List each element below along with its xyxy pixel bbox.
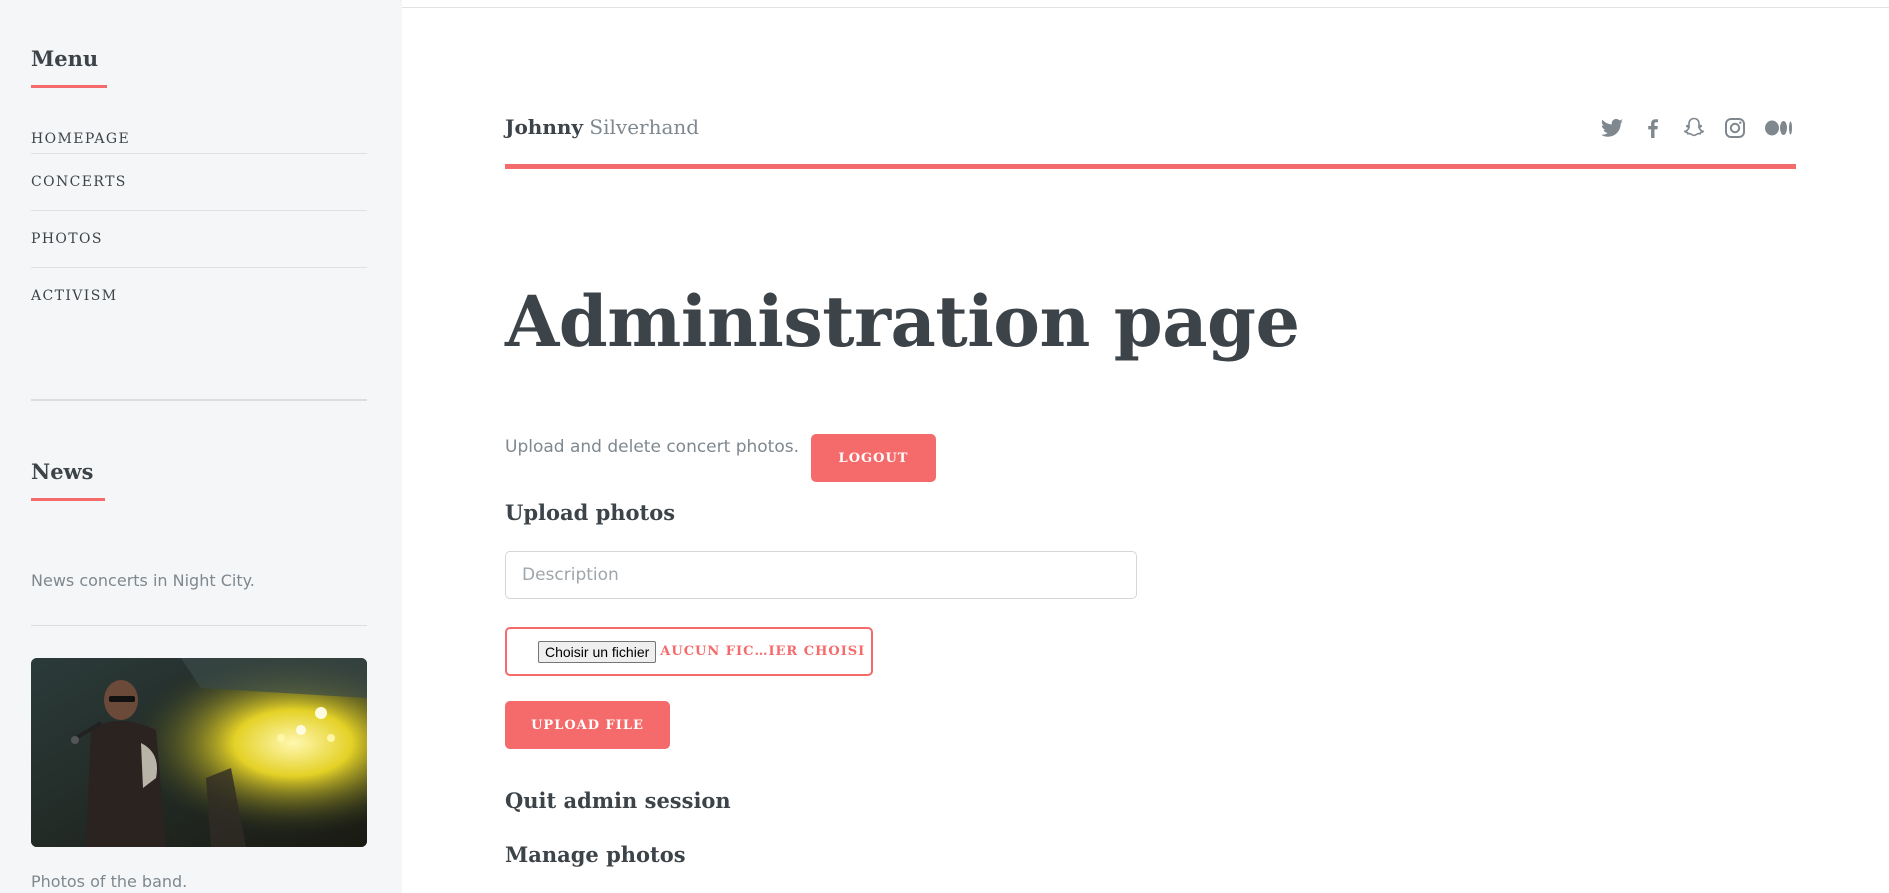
snapchat-icon[interactable] [1682,116,1706,140]
quit-admin-heading: Quit admin session [505,788,731,813]
news-text: News concerts in Night City. [31,571,255,590]
choose-file-button[interactable]: Choisir un fichier [538,640,657,663]
description-input[interactable] [505,551,1137,599]
menu-heading-underline [31,85,107,88]
menu-heading: Menu [31,46,99,71]
facebook-icon[interactable] [1641,116,1665,140]
instagram-icon[interactable] [1723,116,1747,140]
intro-text: Upload and delete concert photos. [505,437,799,457]
sidebar-divider [31,399,367,401]
header-accent-bar [505,164,1796,169]
news-divider [31,625,367,626]
logout-button[interactable]: LOGOUT [811,434,936,482]
concert-photo-image [31,658,367,847]
news-heading-underline [31,498,105,501]
band-photo[interactable] [31,658,367,847]
medium-icon[interactable] [1764,116,1794,140]
sidebar-menu: HOMEPAGE CONCERTS PHOTOS ACTIVISM [31,125,367,324]
upload-file-button[interactable]: UPLOAD FILE [505,701,670,749]
twitter-icon[interactable] [1600,116,1624,140]
social-links [1600,116,1794,140]
news-heading: News [31,459,94,484]
sidebar: Menu HOMEPAGE CONCERTS PHOTOS ACTIVISM N… [0,0,402,893]
sidebar-item-photos[interactable]: PHOTOS [31,210,367,267]
photo-caption: Photos of the band. [31,872,188,891]
sidebar-item-homepage[interactable]: HOMEPAGE [31,125,367,153]
file-input-box[interactable]: Choisir un fichier AUCUN FIC…IER CHOISI [505,627,873,676]
brand-first-name: Johnny [505,115,584,139]
brand-last-name: Silverhand [589,115,700,139]
page-title: Administration page [505,280,1300,363]
manage-photos-heading: Manage photos [505,842,686,867]
site-brand[interactable]: Johnny Silverhand [505,115,699,139]
file-status-text: AUCUN FIC…IER CHOISI [660,644,866,659]
sidebar-item-concerts[interactable]: CONCERTS [31,153,367,210]
upload-photos-heading: Upload photos [505,500,676,525]
sidebar-item-activism[interactable]: ACTIVISM [31,267,367,324]
